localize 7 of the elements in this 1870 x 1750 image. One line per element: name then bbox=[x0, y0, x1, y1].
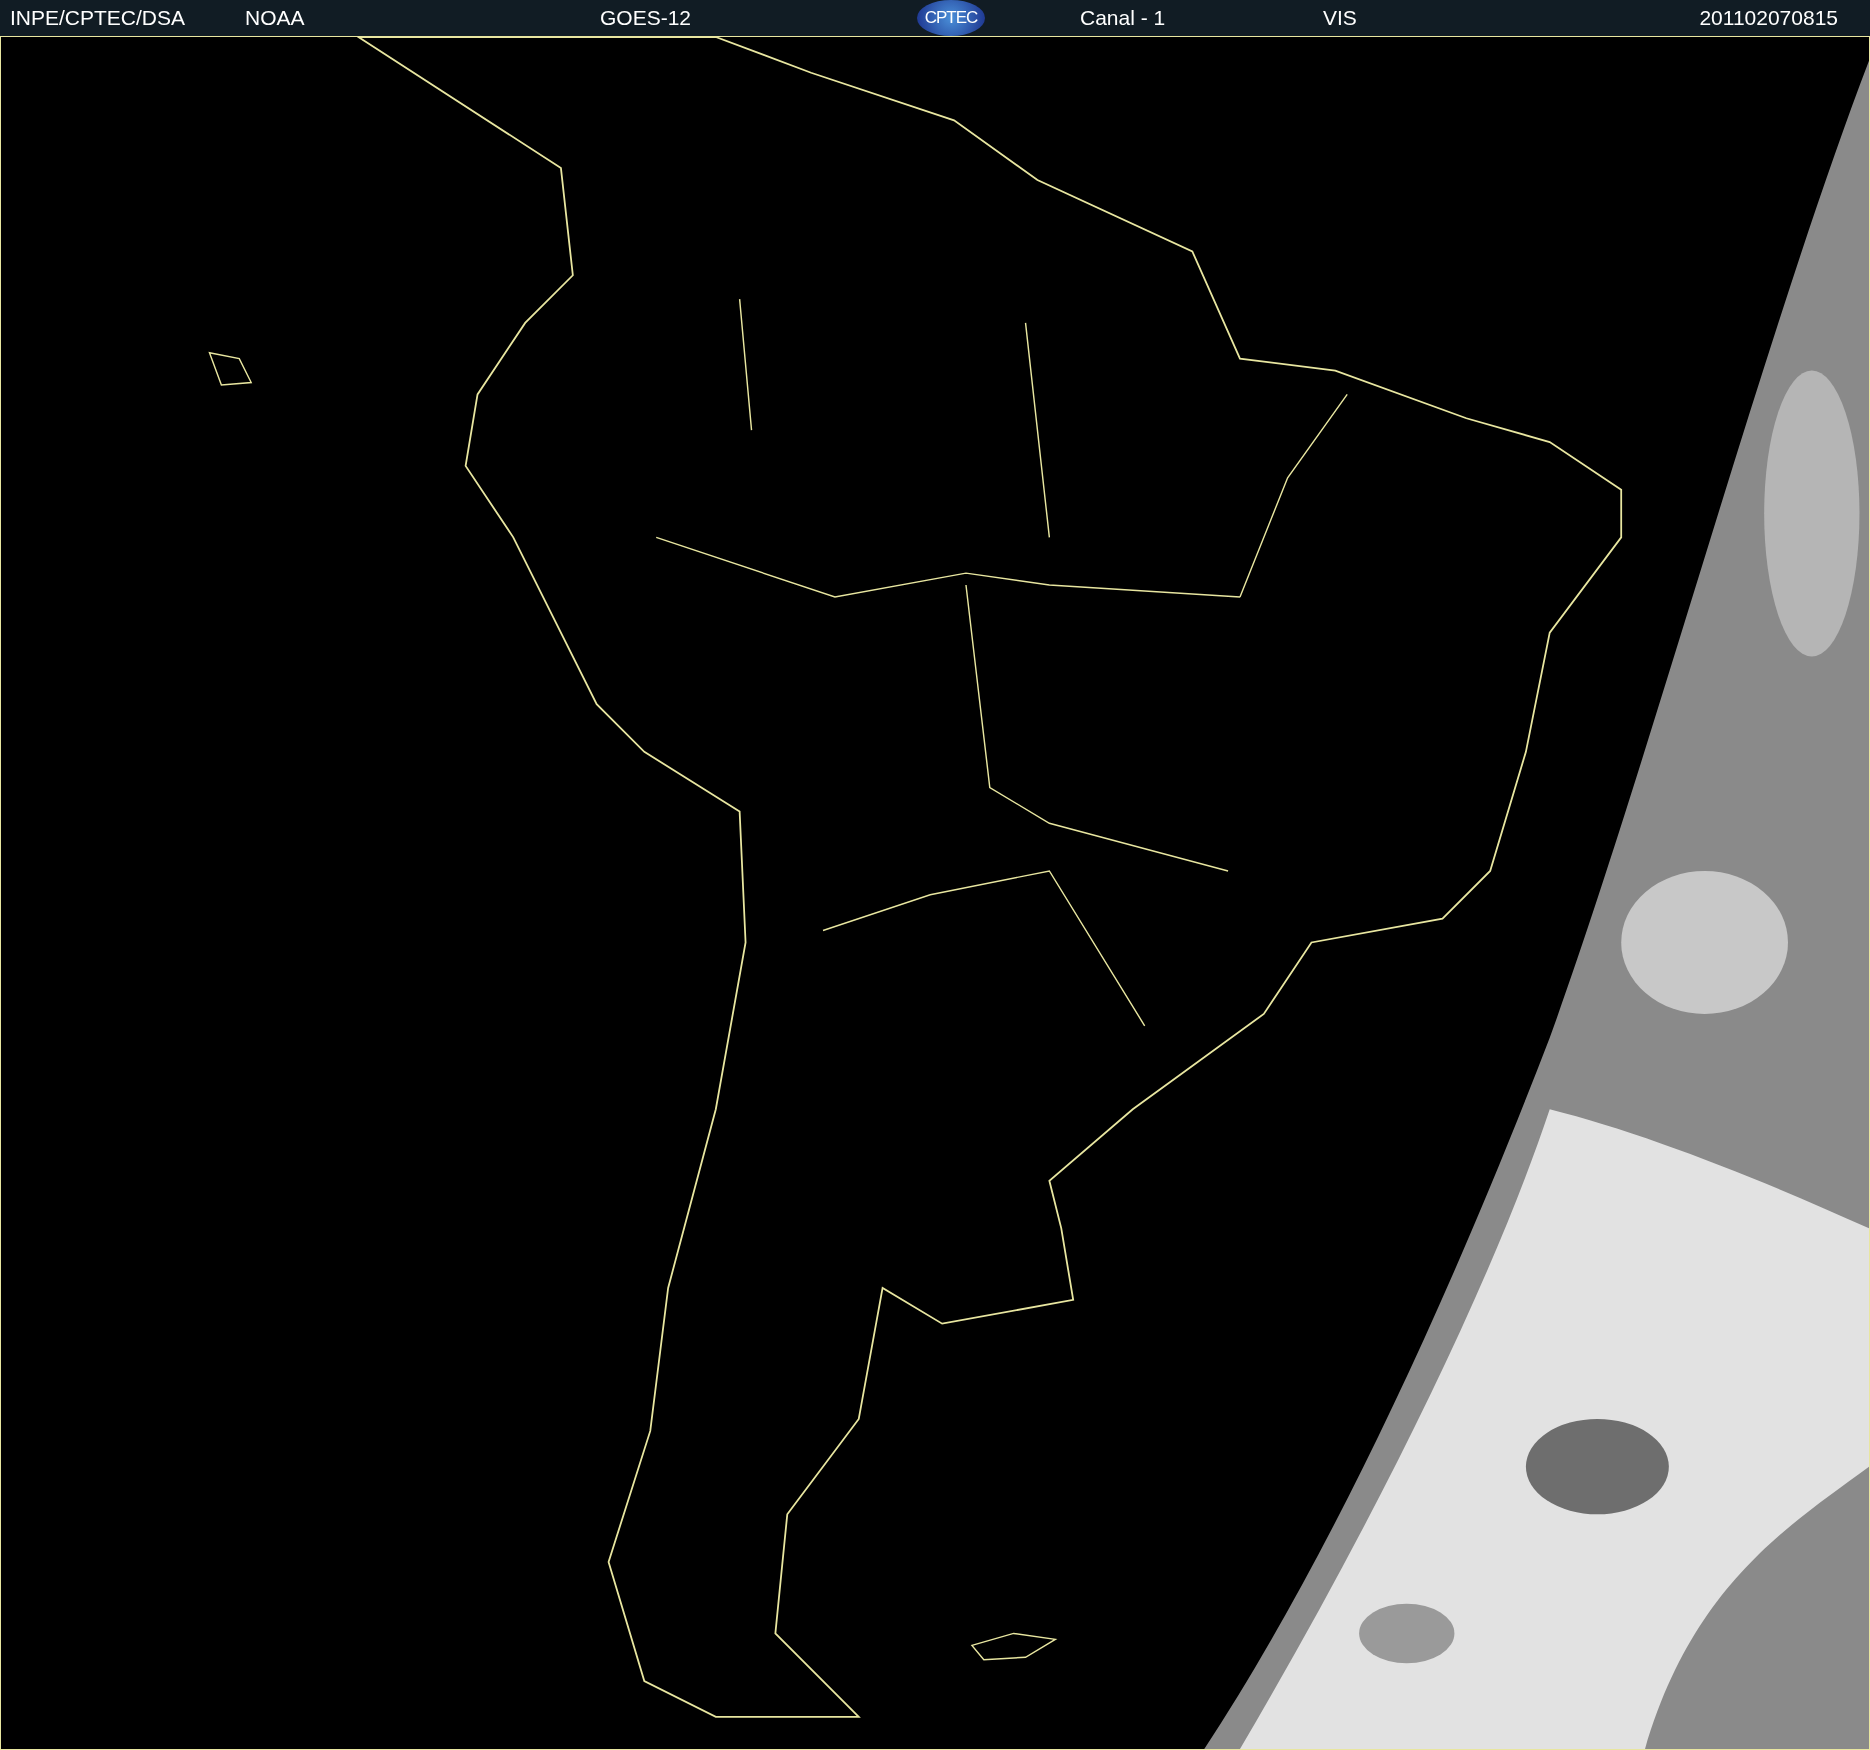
timestamp-label: 201102070815 bbox=[1699, 5, 1838, 31]
satellite-label: GOES-12 bbox=[600, 5, 692, 31]
logo: CPTEC bbox=[917, 0, 985, 36]
band-label: VIS bbox=[1323, 5, 1357, 31]
channel-label: Canal - 1 bbox=[1080, 5, 1166, 31]
agency-label: NOAA bbox=[245, 5, 305, 31]
source-label: INPE/CPTEC/DSA bbox=[10, 5, 186, 31]
